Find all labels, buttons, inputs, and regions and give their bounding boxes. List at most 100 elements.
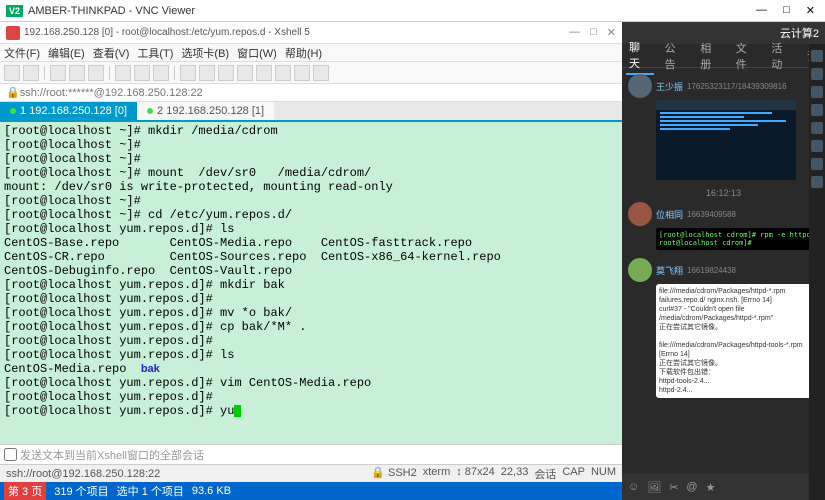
terminal-snippet[interactable]: [root@localhost cdrom]# rpm -e httpd roo… (656, 228, 819, 250)
status-term-type: xterm (423, 466, 451, 482)
chat-messages[interactable]: 王少振 17625323117/18439309816 16:12:13 位相同… (622, 68, 825, 474)
broadcast-checkbox[interactable] (4, 448, 17, 461)
toolbar-button[interactable] (237, 65, 253, 81)
at-icon[interactable]: @ (686, 481, 697, 493)
session-tab[interactable]: 1 192.168.250.128 [0] (0, 102, 137, 120)
vnc-logo-icon: V2 (6, 5, 23, 17)
toolbar-separator (109, 66, 110, 80)
main-area: 192.168.250.128 [0] - root@localhost:/et… (0, 22, 825, 500)
star-icon[interactable]: ★ (706, 481, 716, 494)
timestamp: 16:12:13 (628, 188, 819, 198)
explorer-selected: 选中 1 个项目 (117, 483, 184, 499)
vnc-window-title: AMBER-THINKPAD - VNC Viewer (28, 5, 752, 17)
toolbar-font-icon[interactable] (153, 65, 169, 81)
avatar[interactable] (628, 258, 652, 282)
chat-input-bar: ☺ 🖼 ✂ @ ★ (622, 474, 825, 500)
menu-item[interactable]: 选项卡(B) (181, 45, 229, 61)
vnc-title-bar: V2 AMBER-THINKPAD - VNC Viewer — □ ✕ (0, 0, 825, 22)
explorer-size: 93.6 KB (192, 485, 231, 497)
image-icon[interactable]: 🖼 (647, 481, 661, 494)
maximize-button[interactable]: □ (779, 4, 794, 17)
user-name[interactable]: 王少振 (656, 80, 683, 93)
chat-message: 位相同 16639409588 [root@localhost cdrom]# … (628, 202, 819, 250)
xshell-close-button[interactable]: ✕ (607, 26, 616, 39)
tool-icon[interactable] (811, 176, 823, 188)
avatar[interactable] (628, 74, 652, 98)
toolbar-separator (44, 66, 45, 80)
menu-item[interactable]: 帮助(H) (285, 45, 322, 61)
toolbar-new-icon[interactable] (4, 65, 20, 81)
user-id: 16619824438 (687, 266, 736, 275)
user-name[interactable]: 位相同 (656, 208, 683, 221)
close-button[interactable]: ✕ (802, 4, 819, 17)
xshell-toolbar (0, 62, 622, 84)
status-session: 会话 (534, 466, 556, 482)
menu-item[interactable]: 窗口(W) (237, 45, 277, 61)
toolbar-button[interactable] (199, 65, 215, 81)
menu-item[interactable]: 工具(T) (137, 45, 173, 61)
xshell-title-text: 192.168.250.128 [0] - root@localhost:/et… (24, 27, 569, 38)
menu-item[interactable]: 编辑(E) (48, 45, 85, 61)
screenshot-thumbnail[interactable] (656, 100, 796, 180)
toolbar-button[interactable] (294, 65, 310, 81)
tool-icon[interactable] (811, 68, 823, 80)
chat-sidebar: 云计算2 聊天公告相册文件活动设 王少振 17625323117/1843930… (622, 22, 825, 500)
toolbar-find-icon[interactable] (115, 65, 131, 81)
toolbar-save-icon[interactable] (50, 65, 66, 81)
toolbar-button[interactable] (275, 65, 291, 81)
status-dot-icon (147, 108, 153, 114)
toolbar-color-icon[interactable] (134, 65, 150, 81)
user-name[interactable]: 莫飞翔 (656, 264, 683, 277)
user-id: 17625323117/18439309816 (687, 82, 787, 91)
tool-icon[interactable] (811, 86, 823, 98)
status-dot-icon (10, 108, 16, 114)
xshell-title-bar: 192.168.250.128 [0] - root@localhost:/et… (0, 22, 622, 44)
tool-icon[interactable] (811, 140, 823, 152)
user-id: 16639409588 (687, 210, 736, 219)
broadcast-hint: 发送文本到当前Xshell窗口的全部会话 (20, 447, 204, 463)
terminal[interactable]: [root@localhost ~]# mkdir /media/cdrom [… (0, 122, 622, 444)
session-tabs: 1 192.168.250.128 [0] 2 192.168.250.128 [… (0, 102, 622, 122)
status-connection: ssh://root@192.168.250.128:22 (6, 468, 160, 480)
vnc-window-controls: — □ ✕ (752, 4, 819, 17)
explorer-page[interactable]: 第 3 页 (4, 482, 46, 500)
toolbar-separator (174, 66, 175, 80)
menu-item[interactable]: 文件(F) (4, 45, 40, 61)
broadcast-input-bar: 发送文本到当前Xshell窗口的全部会话 (0, 444, 622, 464)
tab-label: 2 192.168.250.128 [1] (157, 105, 264, 117)
scissors-icon[interactable]: ✂ (669, 481, 678, 494)
xshell-maximize-button[interactable]: □ (590, 26, 597, 39)
status-num: NUM (591, 466, 616, 482)
toolbar-button[interactable] (256, 65, 272, 81)
xshell-status-bar: ssh://root@192.168.250.128:22 🔒 SSH2 xte… (0, 464, 622, 482)
xshell-minimize-button[interactable]: — (569, 26, 580, 39)
explorer-items: 319 个项目 (54, 483, 108, 499)
address-text[interactable]: ssh://root:******@192.168.250.128:22 (20, 87, 203, 99)
tool-icon[interactable] (811, 104, 823, 116)
emoji-icon[interactable]: ☺ (628, 481, 639, 493)
tool-icon[interactable] (811, 158, 823, 170)
session-tab[interactable]: 2 192.168.250.128 [1] (137, 102, 274, 120)
toolbar-copy-icon[interactable] (69, 65, 85, 81)
status-cursor: 22,33 (501, 466, 529, 482)
status-size: ↕ 87x24 (456, 466, 495, 482)
xshell-address-bar: 🔒 ssh://root:******@192.168.250.128:22 (0, 84, 622, 102)
chat-message: 王少振 17625323117/18439309816 (628, 74, 819, 180)
message-body[interactable]: file:///media/cdrom/Packages/httpd-*.rpm… (656, 284, 819, 398)
tool-icon[interactable] (811, 122, 823, 134)
toolbar-button[interactable] (218, 65, 234, 81)
tool-icon[interactable] (811, 50, 823, 62)
menu-item[interactable]: 查看(V) (93, 45, 130, 61)
toolbar-open-icon[interactable] (23, 65, 39, 81)
toolbar-button[interactable] (313, 65, 329, 81)
minimize-button[interactable]: — (752, 4, 771, 17)
right-toolbar (809, 44, 825, 500)
xshell-window-controls: — □ ✕ (569, 26, 616, 39)
toolbar-button[interactable] (180, 65, 196, 81)
chat-message: 莫飞翔 16619824438 file:///media/cdrom/Pack… (628, 258, 819, 398)
toolbar-paste-icon[interactable] (88, 65, 104, 81)
status-ssh-indicator: 🔒 SSH2 (371, 466, 417, 482)
xshell-app-icon (6, 26, 20, 40)
status-cap: CAP (562, 466, 585, 482)
avatar[interactable] (628, 202, 652, 226)
